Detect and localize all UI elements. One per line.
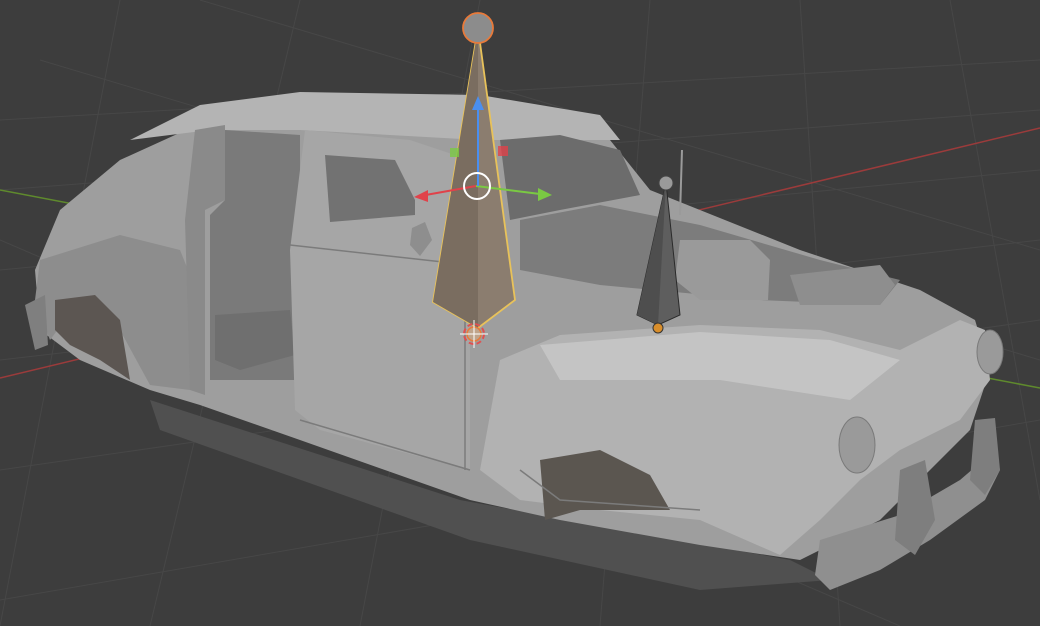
viewport-canvas[interactable]	[0, 0, 1040, 626]
gizmo-yz-plane[interactable]	[450, 148, 459, 157]
bone-secondary-tail	[652, 322, 664, 334]
rear-bumper	[25, 295, 48, 350]
bone-secondary-head[interactable]	[658, 175, 674, 191]
bone-selected-head[interactable]	[462, 12, 494, 44]
headlight-right	[976, 329, 1004, 375]
gizmo-xz-plane[interactable]	[498, 146, 508, 156]
bumper-guard-right	[970, 418, 1000, 495]
bumper-guard-left	[895, 460, 935, 555]
car-mesh[interactable]	[25, 92, 1004, 590]
3d-viewport[interactable]	[0, 0, 1040, 626]
engine-block	[675, 240, 770, 300]
headlight-left	[838, 416, 876, 474]
